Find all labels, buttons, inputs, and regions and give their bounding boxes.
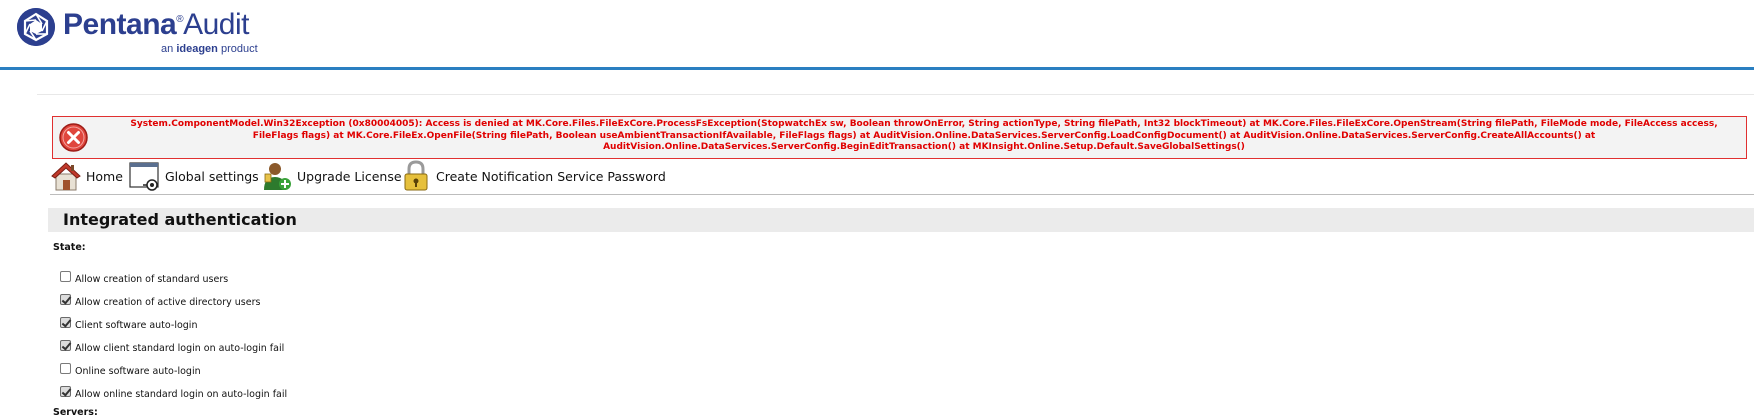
section-header [48,208,1754,232]
section-title: Integrated authentication [63,210,297,229]
home-button[interactable]: Home [50,158,123,194]
app-header: Pentana®Audit an ideagen product [0,0,1754,70]
option-checkbox[interactable] [60,363,71,374]
create-notification-password-label: Create Notification Service Password [436,168,666,184]
option-item[interactable]: Allow creation of standard users [60,266,229,285]
option-checkbox[interactable] [60,294,71,305]
brand-wordmark: Pentana®Audit [63,8,249,42]
global-settings-button[interactable]: Global settings [129,158,259,194]
global-settings-label: Global settings [165,168,259,184]
option-item[interactable]: Allow online standard login on auto-logi… [60,381,288,400]
error-message-text: System.ComponentModel.Win32Exception (0x… [130,119,1718,152]
error-message-box: System.ComponentModel.Win32Exception (0x… [52,116,1747,159]
brand-tagline: an ideagen product [161,43,258,55]
option-label: Allow online standard login on auto-logi… [75,389,288,400]
servers-label: Servers: [53,407,98,418]
brand-product: Audit [183,8,249,41]
brand-name: Pentana [63,8,177,41]
option-checkbox[interactable] [60,271,71,282]
option-item[interactable]: Client software auto-login [60,312,198,331]
option-item[interactable]: Allow creation of active directory users [60,289,261,308]
option-item[interactable]: Online software auto-login [60,358,201,377]
registered-mark: ® [176,14,184,25]
home-label: Home [86,168,123,184]
state-label: State: [53,242,86,253]
option-checkbox[interactable] [60,317,71,328]
user-license-icon [264,163,291,190]
tagline-prefix: an [161,43,174,55]
option-label: Allow creation of standard users [75,274,229,285]
error-x-icon [59,123,88,152]
upgrade-license-label: Upgrade License [297,168,402,184]
tagline-suffix: product [220,43,258,55]
option-label: Allow client standard login on auto-logi… [75,343,285,354]
option-checkbox[interactable] [60,386,71,397]
option-checkbox[interactable] [60,340,71,351]
pentana-logo-icon [17,8,55,46]
settings-toolbar: Home Global settings Upgrade License Cre… [50,158,1754,195]
option-item[interactable]: Allow client standard login on auto-logi… [60,335,285,354]
option-label: Allow creation of active directory users [75,297,261,308]
option-label: Online software auto-login [75,366,201,377]
settings-window-icon [129,162,159,191]
create-notification-password-button[interactable]: Create Notification Service Password [400,158,666,194]
tagline-company: ideagen [176,43,218,55]
padlock-icon [404,160,428,191]
option-label: Client software auto-login [75,320,198,331]
home-icon [51,162,81,191]
upgrade-license-button[interactable]: Upgrade License [261,158,402,194]
